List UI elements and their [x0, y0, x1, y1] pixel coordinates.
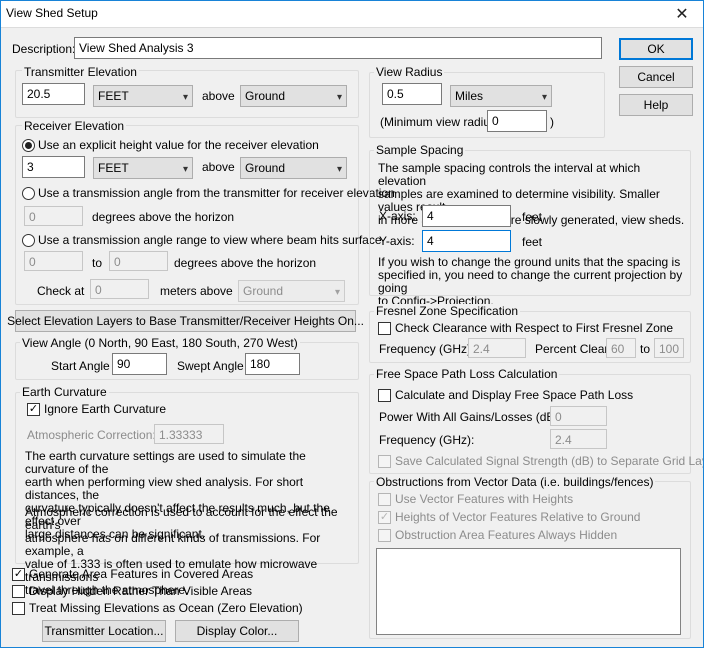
angle-range-radio[interactable]	[22, 234, 35, 247]
heights-relative-label: Heights of Vector Features Relative to G…	[395, 510, 641, 524]
close-icon[interactable]: ✕	[660, 0, 704, 28]
transmitter-unit-select[interactable]: FEET ▾	[93, 85, 193, 107]
transmitter-above-label: above	[202, 89, 235, 103]
receiver-unit-select[interactable]: FEET ▾	[93, 157, 193, 179]
transmission-angle-label: Use a transmission angle from the transm…	[38, 186, 395, 200]
x-axis-label: X-axis:	[379, 209, 416, 223]
select-elevation-layers-button[interactable]: Select Elevation Layers to Base Transmit…	[7, 310, 364, 332]
projection-help-text: If you wish to change the ground units t…	[378, 255, 683, 308]
fresnel-zone-title: Fresnel Zone Specification	[374, 304, 521, 318]
transmitter-elevation-title: Transmitter Elevation	[22, 65, 139, 79]
display-hidden-label: Display Hidden Rather Than Visible Areas	[29, 584, 253, 598]
percent-clear-to-input[interactable]: 100	[654, 338, 684, 358]
ok-button[interactable]: OK	[619, 38, 693, 60]
description-input[interactable]: View Shed Analysis 3	[74, 37, 602, 59]
obstructions-title: Obstructions from Vector Data (i.e. buil…	[374, 475, 656, 489]
transmission-angle-input[interactable]: 0	[24, 206, 83, 226]
save-signal-strength-label: Save Calculated Signal Strength (dB) to …	[395, 454, 704, 468]
min-view-radius-close: )	[550, 115, 554, 129]
calculate-path-loss-label: Calculate and Display Free Space Path Lo…	[395, 388, 634, 402]
obstructions-list[interactable]	[376, 548, 681, 635]
transmission-angle-radio[interactable]	[22, 187, 35, 200]
view-angle-title: View Angle (0 North, 90 East, 180 South,…	[20, 336, 300, 350]
x-axis-input[interactable]: 4	[422, 205, 511, 227]
transmitter-ref-select[interactable]: Ground ▾	[240, 85, 347, 107]
window-title: View Shed Setup	[6, 6, 98, 20]
chevron-down-icon: ▾	[336, 92, 342, 103]
start-angle-input[interactable]: 90	[112, 353, 167, 375]
swept-angle-label: Swept Angle	[177, 359, 244, 373]
treat-missing-checkbox[interactable]	[12, 602, 25, 615]
percent-clear-label: Percent Clear:	[535, 342, 612, 356]
title-bar: View Shed Setup ✕	[0, 0, 704, 28]
view-radius-title: View Radius	[374, 65, 445, 79]
check-at-suffix: meters above	[160, 284, 233, 298]
heights-relative-checkbox[interactable]: ✓	[378, 511, 391, 524]
receiver-ref-select[interactable]: Ground ▾	[240, 157, 347, 179]
chevron-down-icon: ▾	[334, 287, 340, 298]
always-hidden-label: Obstruction Area Features Always Hidden	[395, 528, 618, 542]
chevron-down-icon: ▾	[336, 164, 342, 175]
treat-missing-label: Treat Missing Elevations as Ocean (Zero …	[29, 601, 303, 615]
y-axis-label: Y-axis:	[379, 234, 415, 248]
min-view-radius-input[interactable]: 0	[487, 110, 547, 132]
power-gains-input[interactable]: 0	[550, 406, 607, 426]
fresnel-frequency-input[interactable]: 2.4	[468, 338, 526, 358]
transmitter-location-button[interactable]: Transmitter Location...	[42, 620, 166, 642]
angle-range-suffix: degrees above the horizon	[174, 256, 317, 270]
view-radius-input[interactable]: 0.5	[382, 83, 442, 105]
fresnel-check-label: Check Clearance with Respect to First Fr…	[395, 321, 674, 335]
angle-range-label: Use a transmission angle range to view w…	[38, 233, 382, 247]
min-view-radius-label: (Minimum view radius:	[380, 115, 500, 129]
cancel-button[interactable]: Cancel	[619, 66, 693, 88]
power-gains-label: Power With All Gains/Losses (dB):	[379, 410, 562, 424]
free-space-title: Free Space Path Loss Calculation	[374, 367, 560, 381]
display-color-button[interactable]: Display Color...	[175, 620, 299, 642]
chevron-down-icon: ▾	[182, 92, 188, 103]
receiver-above-label: above	[202, 160, 235, 174]
explicit-height-label: Use an explicit height value for the rec…	[38, 138, 319, 152]
y-axis-unit: feet	[522, 235, 543, 249]
transmission-angle-suffix: degrees above the horizon	[92, 210, 235, 224]
angle-range-to-input[interactable]: 0	[109, 251, 168, 271]
angle-range-to-label: to	[92, 256, 103, 270]
y-axis-input[interactable]: 4	[422, 230, 511, 252]
check-at-label: Check at	[37, 284, 85, 298]
start-angle-label: Start Angle	[51, 359, 110, 373]
earth-curvature-title: Earth Curvature	[20, 385, 109, 399]
display-hidden-checkbox[interactable]	[12, 585, 25, 598]
view-radius-unit-select[interactable]: Miles ▾	[450, 85, 552, 107]
atmospheric-correction-label: Atmospheric Correction:	[27, 428, 156, 442]
ignore-curvature-label: Ignore Earth Curvature	[44, 402, 167, 416]
description-label: Description:	[12, 42, 76, 56]
explicit-height-radio[interactable]	[22, 139, 35, 152]
free-space-frequency-label: Frequency (GHz):	[379, 433, 475, 447]
x-axis-unit: feet	[522, 210, 543, 224]
percent-clear-from-input[interactable]: 60	[606, 338, 636, 358]
sample-spacing-title: Sample Spacing	[374, 143, 466, 157]
receiver-elevation-title: Receiver Elevation	[22, 119, 127, 133]
use-vector-features-label: Use Vector Features with Heights	[395, 492, 574, 506]
transmitter-height-input[interactable]: 20.5	[22, 83, 85, 105]
angle-range-from-input[interactable]: 0	[24, 251, 83, 271]
generate-area-checkbox[interactable]: ✓	[12, 568, 25, 581]
percent-clear-to-label: to	[640, 342, 651, 356]
ignore-curvature-checkbox[interactable]: ✓	[27, 403, 40, 416]
check-at-ref-select[interactable]: Ground ▾	[238, 280, 345, 302]
chevron-down-icon: ▾	[182, 164, 188, 175]
swept-angle-input[interactable]: 180	[245, 353, 300, 375]
always-hidden-checkbox[interactable]	[378, 529, 391, 542]
use-vector-features-checkbox[interactable]	[378, 493, 391, 506]
chevron-down-icon: ▾	[541, 92, 547, 103]
check-at-input[interactable]: 0	[90, 279, 149, 299]
generate-area-label: Generate Area Features in Covered Areas	[29, 567, 254, 581]
free-space-frequency-input[interactable]: 2.4	[550, 429, 607, 449]
fresnel-frequency-label: Frequency (GHz):	[379, 342, 475, 356]
receiver-height-input[interactable]: 3	[22, 156, 85, 178]
atmospheric-correction-input[interactable]: 1.33333	[154, 424, 224, 444]
save-signal-strength-checkbox[interactable]	[378, 455, 391, 468]
fresnel-check-checkbox[interactable]	[378, 322, 391, 335]
calculate-path-loss-checkbox[interactable]	[378, 389, 391, 402]
help-button[interactable]: Help	[619, 94, 693, 116]
